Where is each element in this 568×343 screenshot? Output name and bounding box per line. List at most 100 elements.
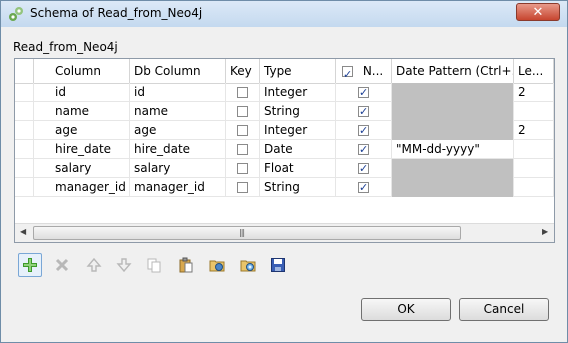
column-name-cell[interactable]: id — [34, 83, 130, 102]
copy-button[interactable] — [142, 253, 166, 277]
header-length[interactable]: Le... — [514, 59, 554, 83]
db-column-cell[interactable]: hire_date — [130, 140, 226, 159]
ok-button[interactable]: OK — [361, 298, 451, 321]
move-down-icon — [116, 258, 132, 273]
type-cell[interactable]: Integer — [260, 121, 336, 140]
length-cell[interactable] — [514, 102, 554, 121]
add-button[interactable] — [18, 253, 42, 277]
close-button[interactable]: ✕ — [516, 3, 560, 21]
db-column-cell[interactable]: manager_id — [130, 178, 226, 197]
db-column-cell[interactable]: name — [130, 102, 226, 121]
schema-name-label: Read_from_Neo4j — [13, 40, 118, 54]
row-marker — [15, 121, 34, 140]
row-marker — [15, 178, 34, 197]
length-cell[interactable]: 2 — [514, 121, 554, 140]
key-checkbox[interactable] — [237, 87, 248, 98]
type-cell[interactable]: Float — [260, 159, 336, 178]
table-row[interactable]: manager_id manager_id String — [15, 178, 554, 197]
close-icon: ✕ — [532, 4, 544, 20]
header-db-column[interactable]: Db Column — [130, 59, 226, 83]
key-cell[interactable] — [226, 159, 260, 178]
length-cell[interactable] — [514, 178, 554, 197]
header-key[interactable]: Key — [226, 59, 260, 83]
length-cell[interactable]: 2 — [514, 83, 554, 102]
copy-icon — [147, 258, 161, 273]
paste-icon — [179, 257, 193, 273]
db-column-cell[interactable]: salary — [130, 159, 226, 178]
table-row[interactable]: id id Integer 2 — [15, 83, 554, 102]
table-row[interactable]: hire_date hire_date Date "MM-dd-yyyy" — [15, 140, 554, 159]
key-checkbox[interactable] — [237, 144, 248, 155]
key-cell[interactable] — [226, 83, 260, 102]
scrollbar-thumb[interactable]: ||| — [33, 226, 461, 240]
header-nullable-label: N... — [362, 64, 384, 78]
row-marker — [15, 159, 34, 178]
header-nullable[interactable]: N... — [336, 59, 392, 83]
key-cell[interactable] — [226, 121, 260, 140]
date-pattern-cell — [392, 159, 514, 178]
key-checkbox[interactable] — [237, 163, 248, 174]
length-cell[interactable] — [514, 159, 554, 178]
scroll-left-icon[interactable]: ◀ — [20, 227, 26, 236]
column-name-cell[interactable]: manager_id — [34, 178, 130, 197]
nullable-checkbox[interactable] — [358, 179, 369, 197]
grip-icon: ||| — [239, 228, 245, 237]
paste-button[interactable] — [174, 253, 198, 277]
nullable-cell[interactable] — [336, 178, 392, 197]
cancel-button[interactable]: Cancel — [459, 298, 549, 321]
db-column-cell[interactable]: id — [130, 83, 226, 102]
header-date-pattern[interactable]: Date Pattern (Ctrl+... — [392, 59, 514, 83]
nullable-checkbox[interactable] — [358, 122, 369, 140]
nullable-cell[interactable] — [336, 102, 392, 121]
date-pattern-cell[interactable]: "MM-dd-yyyy" — [392, 140, 514, 159]
header-type[interactable]: Type — [260, 59, 336, 83]
table-header: Column Db Column Key Type N... Date Patt… — [15, 59, 554, 84]
nullable-checkbox[interactable] — [358, 103, 369, 121]
header-column[interactable]: Column — [34, 59, 130, 83]
type-cell[interactable]: Integer — [260, 83, 336, 102]
column-name-cell[interactable]: salary — [34, 159, 130, 178]
save-button[interactable] — [266, 253, 290, 277]
type-cell[interactable]: Date — [260, 140, 336, 159]
row-marker — [15, 140, 34, 159]
table-row[interactable]: name name String — [15, 102, 554, 121]
move-down-button[interactable] — [112, 253, 136, 277]
date-pattern-cell — [392, 102, 514, 121]
nullable-cell[interactable] — [336, 83, 392, 102]
window-title: Schema of Read_from_Neo4j — [30, 6, 203, 20]
nullable-checkbox[interactable] — [358, 160, 369, 178]
import-schema-button[interactable] — [205, 253, 229, 277]
key-cell[interactable] — [226, 140, 260, 159]
length-cell[interactable] — [514, 140, 554, 159]
key-checkbox[interactable] — [237, 125, 248, 136]
nullable-cell[interactable] — [336, 121, 392, 140]
nullable-checkbox[interactable] — [358, 84, 369, 102]
date-pattern-cell — [392, 121, 514, 140]
type-cell[interactable]: String — [260, 102, 336, 121]
column-name-cell[interactable]: age — [34, 121, 130, 140]
nullable-checkbox[interactable] — [358, 141, 369, 159]
column-name-cell[interactable]: hire_date — [34, 140, 130, 159]
key-checkbox[interactable] — [237, 182, 248, 193]
save-icon — [271, 258, 285, 272]
delete-button[interactable] — [50, 253, 74, 277]
select-all-nullable-checkbox[interactable] — [342, 63, 353, 83]
db-column-cell[interactable]: age — [130, 121, 226, 140]
horizontal-scrollbar[interactable]: ◀ ||| ▶ — [15, 223, 554, 242]
key-cell[interactable] — [226, 178, 260, 197]
nullable-cell[interactable] — [336, 159, 392, 178]
move-up-button[interactable] — [82, 253, 106, 277]
table-row[interactable]: age age Integer 2 — [15, 121, 554, 140]
date-pattern-cell — [392, 178, 514, 197]
column-name-cell[interactable]: name — [34, 102, 130, 121]
type-cell[interactable]: String — [260, 178, 336, 197]
key-checkbox[interactable] — [237, 106, 248, 117]
scroll-right-icon[interactable]: ▶ — [542, 227, 548, 236]
nullable-cell[interactable] — [336, 140, 392, 159]
schema-table: Column Db Column Key Type N... Date Patt… — [14, 58, 555, 243]
export-schema-button[interactable] — [236, 253, 260, 277]
delete-icon — [55, 258, 69, 272]
schema-dialog: Schema of Read_from_Neo4j ✕ Read_from_Ne… — [0, 0, 568, 343]
table-row[interactable]: salary salary Float — [15, 159, 554, 178]
key-cell[interactable] — [226, 102, 260, 121]
